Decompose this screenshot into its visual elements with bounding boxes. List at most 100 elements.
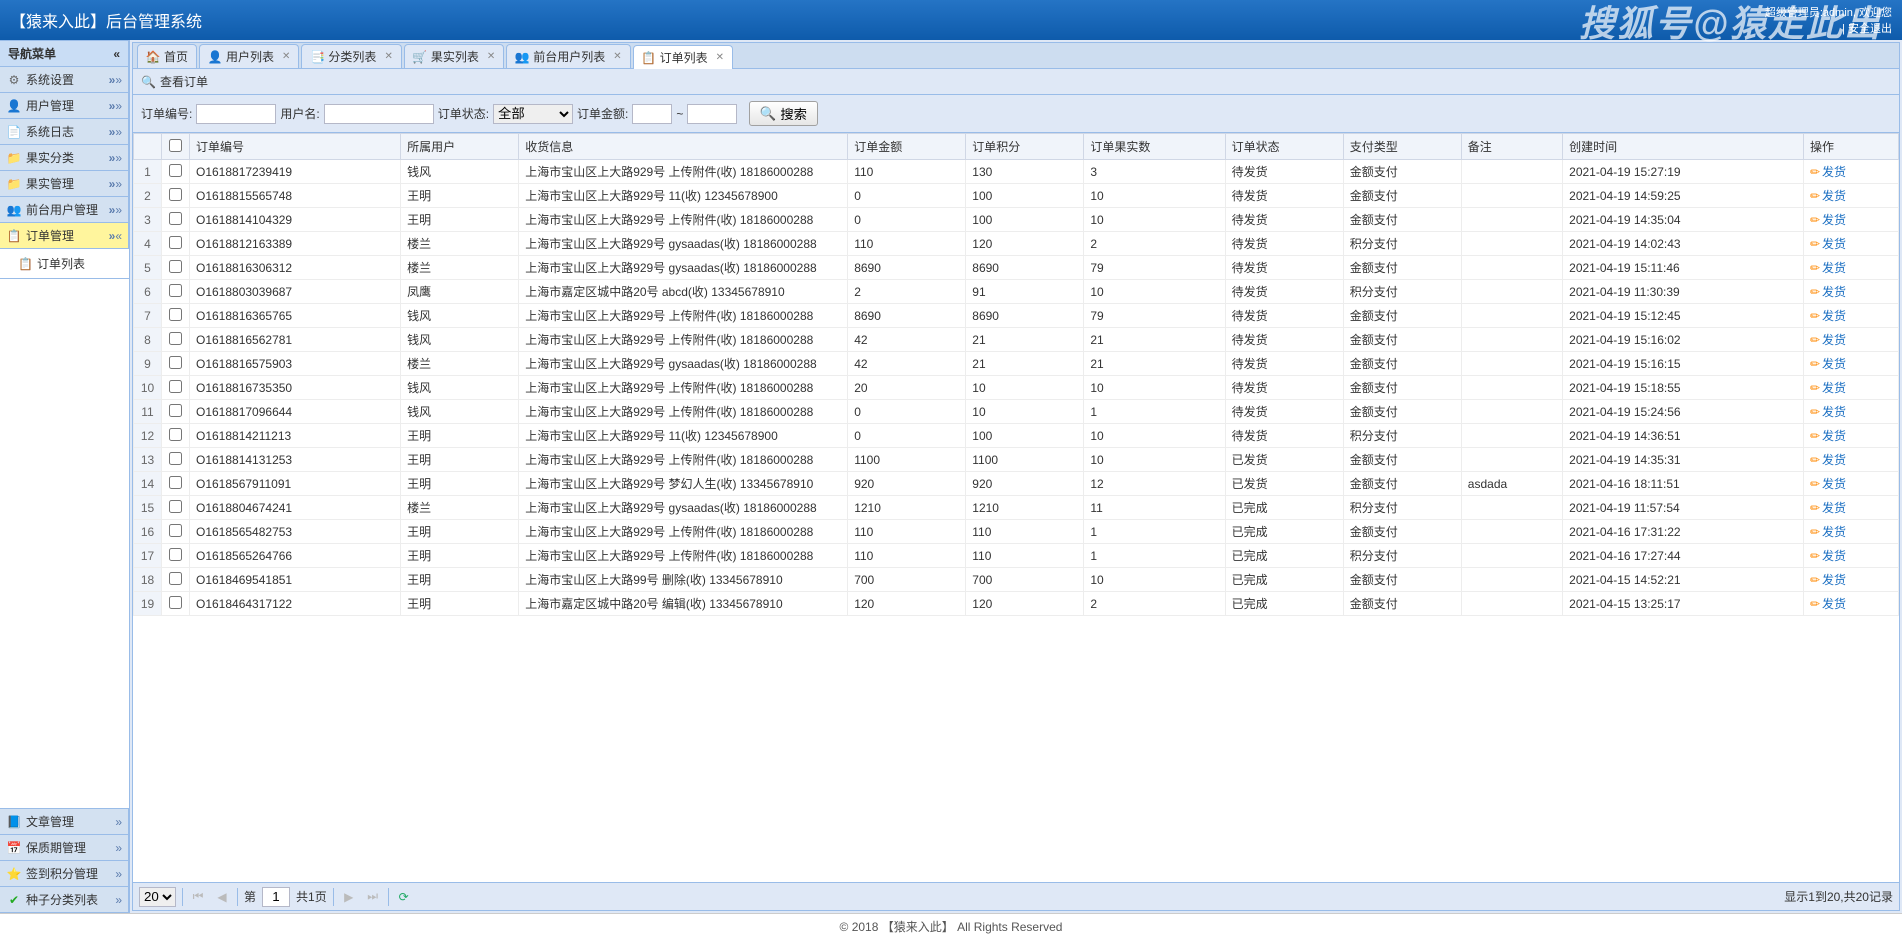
tab-前台用户列表[interactable]: 前台用户列表✕ — [506, 44, 630, 68]
table-row[interactable]: 1O1618817239419钱风上海市宝山区上大路929号 上传附件(收) 1… — [134, 160, 1899, 184]
table-row[interactable]: 19O1618464317122王明上海市嘉定区城中路20号 编辑(收) 133… — [134, 592, 1899, 616]
col-4[interactable]: 收货信息 — [519, 134, 848, 160]
col-6[interactable]: 订单积分 — [966, 134, 1084, 160]
table-row[interactable]: 6O1618803039687凤鹰上海市嘉定区城中路20号 abcd(收) 13… — [134, 280, 1899, 304]
page-input[interactable] — [262, 887, 290, 907]
ship-button[interactable]: 发货 — [1810, 379, 1846, 396]
nav-item-种子分类列表[interactable]: 种子分类列表» — [0, 887, 129, 913]
table-row[interactable]: 3O1618814104329王明上海市宝山区上大路929号 上传附件(收) 1… — [134, 208, 1899, 232]
table-row[interactable]: 16O1618565482753王明上海市宝山区上大路929号 上传附件(收) … — [134, 520, 1899, 544]
nav-sub-orderlist[interactable]: 订单列表 — [0, 249, 129, 279]
row-checkbox[interactable] — [169, 260, 182, 273]
col-10[interactable]: 备注 — [1461, 134, 1562, 160]
col-0[interactable] — [134, 134, 162, 160]
input-user[interactable] — [324, 104, 434, 124]
ship-button[interactable]: 发货 — [1810, 499, 1846, 516]
table-row[interactable]: 7O1618816365765钱风上海市宝山区上大路929号 上传附件(收) 1… — [134, 304, 1899, 328]
nav-item-前台用户管理[interactable]: 前台用户管理» — [0, 197, 129, 223]
row-checkbox[interactable] — [169, 428, 182, 441]
row-checkbox[interactable] — [169, 356, 182, 369]
row-checkbox[interactable] — [169, 308, 182, 321]
tab-用户列表[interactable]: 用户列表✕ — [199, 44, 299, 68]
input-orderno[interactable] — [196, 104, 276, 124]
table-row[interactable]: 12O1618814211213王明上海市宝山区上大路929号 11(收) 12… — [134, 424, 1899, 448]
close-icon[interactable]: ✕ — [487, 51, 495, 62]
table-row[interactable]: 8O1618816562781钱风上海市宝山区上大路929号 上传附件(收) 1… — [134, 328, 1899, 352]
col-3[interactable]: 所属用户 — [401, 134, 519, 160]
ship-button[interactable]: 发货 — [1810, 331, 1846, 348]
ship-button[interactable]: 发货 — [1810, 163, 1846, 180]
table-row[interactable]: 18O1618469541851王明上海市宝山区上大路99号 删除(收) 133… — [134, 568, 1899, 592]
search-button[interactable]: 搜索 — [749, 101, 818, 126]
input-amount-max[interactable] — [687, 104, 737, 124]
next-page-icon[interactable]: ▶ — [340, 888, 358, 906]
col-2[interactable]: 订单编号 — [190, 134, 401, 160]
col-8[interactable]: 订单状态 — [1225, 134, 1343, 160]
ship-button[interactable]: 发货 — [1810, 523, 1846, 540]
page-size[interactable]: 20 — [139, 887, 176, 907]
row-checkbox[interactable] — [169, 380, 182, 393]
row-checkbox[interactable] — [169, 188, 182, 201]
nav-item-用户管理[interactable]: 用户管理» — [0, 93, 129, 119]
row-checkbox[interactable] — [169, 452, 182, 465]
row-checkbox[interactable] — [169, 524, 182, 537]
table-row[interactable]: 17O1618565264766王明上海市宝山区上大路929号 上传附件(收) … — [134, 544, 1899, 568]
table-row[interactable]: 5O1618816306312楼兰上海市宝山区上大路929号 gysaadas(… — [134, 256, 1899, 280]
input-amount-min[interactable] — [632, 104, 672, 124]
close-icon[interactable]: ✕ — [282, 51, 290, 62]
table-row[interactable]: 9O1618816575903楼兰上海市宝山区上大路929号 gysaadas(… — [134, 352, 1899, 376]
ship-button[interactable]: 发货 — [1810, 571, 1846, 588]
tab-首页[interactable]: 首页 — [137, 44, 197, 68]
ship-button[interactable]: 发货 — [1810, 451, 1846, 468]
select-all[interactable] — [169, 139, 182, 152]
ship-button[interactable]: 发货 — [1810, 187, 1846, 204]
ship-button[interactable]: 发货 — [1810, 259, 1846, 276]
nav-item-系统日志[interactable]: 系统日志» — [0, 119, 129, 145]
prev-page-icon[interactable]: ◀ — [213, 888, 231, 906]
row-checkbox[interactable] — [169, 236, 182, 249]
first-page-icon[interactable]: ⏮ — [189, 888, 207, 906]
row-checkbox[interactable] — [169, 476, 182, 489]
last-page-icon[interactable]: ⏭ — [364, 888, 382, 906]
nav-item-系统设置[interactable]: 系统设置» — [0, 67, 129, 93]
row-checkbox[interactable] — [169, 548, 182, 561]
col-5[interactable]: 订单金额 — [848, 134, 966, 160]
ship-button[interactable]: 发货 — [1810, 235, 1846, 252]
nav-item-果实管理[interactable]: 果实管理» — [0, 171, 129, 197]
nav-item-保质期管理[interactable]: 保质期管理» — [0, 835, 129, 861]
table-row[interactable]: 13O1618814131253王明上海市宝山区上大路929号 上传附件(收) … — [134, 448, 1899, 472]
tab-分类列表[interactable]: 分类列表✕ — [301, 44, 401, 68]
ship-button[interactable]: 发货 — [1810, 403, 1846, 420]
ship-button[interactable]: 发货 — [1810, 475, 1846, 492]
table-row[interactable]: 15O1618804674241楼兰上海市宝山区上大路929号 gysaadas… — [134, 496, 1899, 520]
close-icon[interactable]: ✕ — [613, 51, 621, 62]
ship-button[interactable]: 发货 — [1810, 307, 1846, 324]
row-checkbox[interactable] — [169, 164, 182, 177]
logout-link[interactable]: 安全退出 — [1848, 23, 1892, 35]
select-status[interactable]: 全部 — [493, 104, 573, 124]
table-row[interactable]: 14O1618567911091王明上海市宝山区上大路929号 梦幻人生(收) … — [134, 472, 1899, 496]
table-row[interactable]: 2O1618815565748王明上海市宝山区上大路929号 11(收) 123… — [134, 184, 1899, 208]
nav-item-果实分类[interactable]: 果实分类» — [0, 145, 129, 171]
ship-button[interactable]: 发货 — [1810, 595, 1846, 612]
table-row[interactable]: 10O1618816735350钱风上海市宝山区上大路929号 上传附件(收) … — [134, 376, 1899, 400]
row-checkbox[interactable] — [169, 284, 182, 297]
nav-item-签到积分管理[interactable]: 签到积分管理» — [0, 861, 129, 887]
close-icon[interactable]: ✕ — [716, 52, 724, 63]
nav-item-文章管理[interactable]: 文章管理» — [0, 809, 129, 835]
tab-订单列表[interactable]: 订单列表✕ — [633, 45, 733, 69]
nav-item-订单管理[interactable]: 订单管理« — [0, 223, 129, 249]
row-checkbox[interactable] — [169, 212, 182, 225]
ship-button[interactable]: 发货 — [1810, 283, 1846, 300]
refresh-icon[interactable] — [395, 888, 413, 906]
row-checkbox[interactable] — [169, 596, 182, 609]
col-1[interactable] — [162, 134, 190, 160]
tab-果实列表[interactable]: 果实列表✕ — [404, 44, 504, 68]
ship-button[interactable]: 发货 — [1810, 547, 1846, 564]
col-9[interactable]: 支付类型 — [1343, 134, 1461, 160]
row-checkbox[interactable] — [169, 572, 182, 585]
row-checkbox[interactable] — [169, 404, 182, 417]
close-icon[interactable]: ✕ — [384, 51, 392, 62]
ship-button[interactable]: 发货 — [1810, 211, 1846, 228]
table-row[interactable]: 11O1618817096644钱风上海市宝山区上大路929号 上传附件(收) … — [134, 400, 1899, 424]
